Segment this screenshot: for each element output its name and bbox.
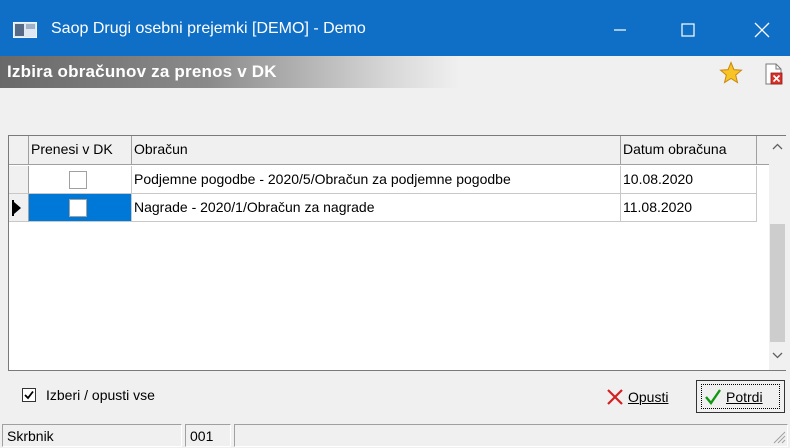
delete-document-icon[interactable] bbox=[764, 63, 784, 85]
chevron-up-icon bbox=[772, 143, 783, 150]
current-row-arrow-icon bbox=[14, 202, 21, 214]
obracun-cell: Podjemne pogodbe - 2020/5/Obračun za pod… bbox=[132, 166, 621, 194]
column-header-obracun[interactable]: Obračun bbox=[132, 136, 621, 164]
resize-grip-icon[interactable] bbox=[770, 428, 786, 444]
header-gradient: Izbira obračunov za prenos v DK bbox=[0, 56, 460, 88]
checkmark-icon bbox=[24, 390, 34, 400]
page-title: Izbira obračunov za prenos v DK bbox=[7, 62, 277, 81]
status-bar: Skrbnik 001 bbox=[0, 422, 790, 448]
datum-cell: 11.08.2020 bbox=[621, 194, 757, 222]
close-icon bbox=[754, 22, 770, 38]
table-row[interactable]: Podjemne pogodbe - 2020/5/Obračun za pod… bbox=[9, 166, 769, 194]
prenesi-checkbox[interactable] bbox=[69, 171, 87, 189]
green-checkmark-icon bbox=[705, 388, 721, 405]
obracuni-grid[interactable]: Prenesi v DK Obračun Datum obračuna Podj… bbox=[8, 135, 786, 371]
scroll-thumb[interactable] bbox=[770, 224, 785, 342]
row-indicator[interactable] bbox=[9, 194, 29, 222]
minimize-button[interactable] bbox=[600, 12, 640, 48]
select-all-label: Izberi / opusti vse bbox=[46, 387, 155, 403]
status-code: 001 bbox=[185, 424, 231, 447]
cancel-button[interactable]: Opusti bbox=[602, 380, 686, 413]
confirm-button[interactable]: Potrdi bbox=[696, 380, 785, 413]
maximize-icon bbox=[681, 23, 695, 37]
maximize-button[interactable] bbox=[668, 12, 708, 48]
status-message bbox=[234, 424, 788, 447]
select-all-checkbox[interactable] bbox=[22, 388, 36, 402]
vertical-scrollbar[interactable] bbox=[769, 136, 786, 370]
confirm-focus-rect: Potrdi bbox=[701, 384, 780, 409]
chevron-down-icon bbox=[772, 352, 783, 359]
minimize-icon bbox=[614, 29, 626, 31]
row-indicator[interactable] bbox=[9, 166, 29, 194]
header-band: Izbira obračunov za prenos v DK bbox=[0, 56, 790, 88]
obracun-cell: Nagrade - 2020/1/Obračun za nagrade bbox=[132, 194, 621, 222]
prenesi-checkbox[interactable] bbox=[69, 199, 87, 217]
datum-cell: 10.08.2020 bbox=[621, 166, 757, 194]
column-header-datum[interactable]: Datum obračuna bbox=[621, 136, 757, 164]
table-row[interactable]: Nagrade - 2020/1/Obračun za nagrade 11.0… bbox=[9, 194, 769, 222]
column-header-prenesi[interactable]: Prenesi v DK bbox=[29, 136, 132, 164]
grid-header: Prenesi v DK Obračun Datum obračuna bbox=[9, 136, 769, 165]
star-icon[interactable] bbox=[719, 61, 743, 85]
prenesi-cell[interactable] bbox=[29, 194, 132, 222]
scroll-up-button[interactable] bbox=[769, 138, 786, 155]
prenesi-cell[interactable] bbox=[29, 166, 132, 194]
select-all-toggle[interactable]: Izberi / opusti vse bbox=[22, 387, 155, 403]
confirm-label: Potrdi bbox=[726, 388, 763, 405]
close-button[interactable] bbox=[742, 12, 782, 48]
app-icon bbox=[13, 22, 37, 38]
status-user: Skrbnik bbox=[2, 424, 182, 447]
red-x-icon bbox=[607, 388, 623, 405]
window-title: Saop Drugi osebni prejemki [DEMO] - Demo bbox=[51, 20, 366, 37]
scroll-down-button[interactable] bbox=[769, 347, 786, 364]
title-bar: Saop Drugi osebni prejemki [DEMO] - Demo bbox=[0, 0, 790, 56]
cancel-label: Opusti bbox=[628, 388, 669, 405]
header-indicator bbox=[9, 136, 29, 164]
